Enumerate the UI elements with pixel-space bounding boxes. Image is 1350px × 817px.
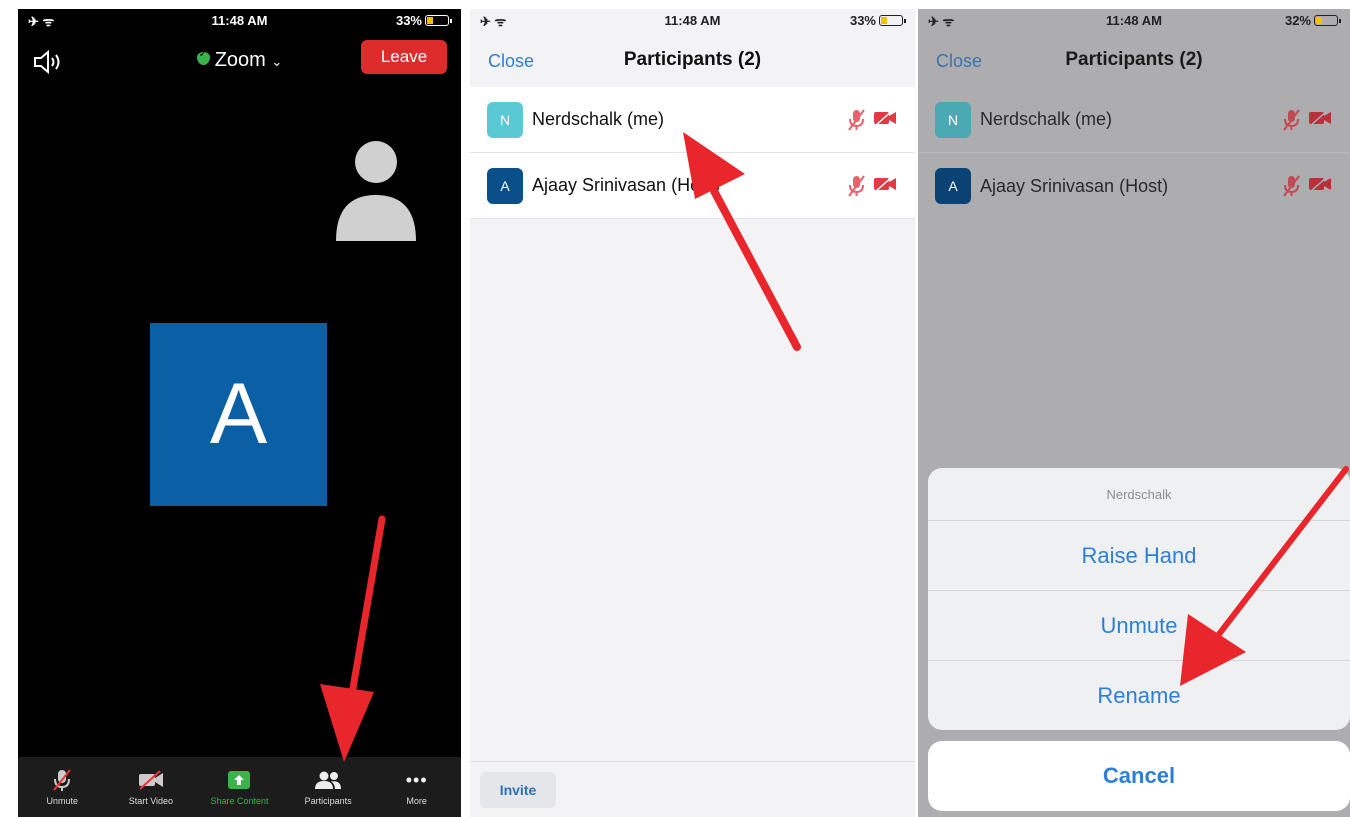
cancel-button[interactable]: Cancel bbox=[928, 741, 1350, 811]
mic-muted-icon bbox=[1283, 109, 1300, 131]
nav-bar: Close Participants (2) bbox=[918, 39, 1350, 79]
meeting-title-label: Zoom bbox=[214, 49, 266, 71]
video-off-icon bbox=[1309, 109, 1331, 127]
video-off-icon bbox=[874, 109, 896, 127]
unmute-button[interactable]: Unmute bbox=[18, 757, 107, 817]
unmute-button[interactable]: Unmute bbox=[928, 591, 1350, 661]
rename-button[interactable]: Rename bbox=[928, 661, 1350, 730]
active-speaker-avatar: A bbox=[150, 323, 327, 506]
share-screen-icon bbox=[228, 771, 251, 789]
participant-action-screen: ✈ ᯤ 11:48 AM 32% Close Participants (2) … bbox=[918, 9, 1350, 817]
participant-row[interactable]: A Ajaay Srinivasan (Host) bbox=[470, 153, 915, 219]
mic-muted-icon bbox=[1283, 175, 1300, 197]
participants-screen: ✈ ᯤ 11:48 AM 33% Close Participants (2) … bbox=[470, 9, 915, 817]
video-off-icon bbox=[1309, 175, 1331, 193]
participant-row[interactable]: A Ajaay Srinivasan (Host) bbox=[918, 153, 1350, 219]
video-off-icon bbox=[138, 770, 163, 790]
mic-muted-icon bbox=[848, 109, 865, 131]
start-video-label: Start Video bbox=[128, 796, 174, 806]
participant-row[interactable]: N Nerdschalk (me) bbox=[470, 87, 915, 153]
participant-name: Ajaay Srinivasan (Host) bbox=[980, 175, 1169, 196]
participant-name: Nerdschalk (me) bbox=[980, 109, 1113, 129]
invite-button[interactable]: Invite bbox=[480, 772, 556, 808]
chevron-down-icon: ⌄ bbox=[271, 54, 283, 69]
bottom-bar: Invite bbox=[470, 761, 915, 817]
avatar: A bbox=[935, 168, 971, 204]
avatar: N bbox=[935, 101, 971, 138]
status-time: 11:48 AM bbox=[664, 13, 721, 28]
meeting-header: Zoom ⌄ Leave bbox=[18, 37, 461, 87]
mic-muted-icon bbox=[848, 175, 865, 197]
participant-list: N Nerdschalk (me) A Ajaay Srinivasan (Ho… bbox=[918, 87, 1350, 219]
leave-button[interactable]: Leave bbox=[361, 40, 447, 74]
participant-name: Ajaay Srinivasan (Host) bbox=[532, 175, 721, 195]
battery-percent: 33% bbox=[395, 13, 422, 28]
more-button[interactable]: ••• More bbox=[372, 757, 461, 817]
page-title: Participants (2) bbox=[623, 49, 762, 70]
battery-icon bbox=[1314, 15, 1341, 26]
status-bar: ✈ ᯤ 11:48 AM 33% bbox=[18, 9, 461, 31]
self-video-thumbnail[interactable] bbox=[334, 137, 420, 241]
action-sheet: Nerdschalk Raise Hand Unmute Rename bbox=[928, 468, 1350, 730]
unmute-label: Unmute bbox=[46, 796, 79, 806]
status-bar: ✈ ᯤ 11:48 AM 32% bbox=[918, 9, 1350, 31]
page-title: Participants (2) bbox=[1065, 49, 1203, 70]
meeting-toolbar: Unmute Start Video Share Content Partici… bbox=[18, 757, 461, 817]
start-video-button[interactable]: Start Video bbox=[107, 757, 196, 817]
participants-button[interactable]: Participants bbox=[284, 757, 373, 817]
battery-icon bbox=[879, 15, 906, 26]
share-content-label: Share Content bbox=[210, 796, 269, 806]
mic-muted-icon bbox=[53, 769, 72, 791]
participant-row[interactable]: N Nerdschalk (me) bbox=[918, 87, 1350, 153]
action-sheet-title: Nerdschalk bbox=[928, 468, 1350, 521]
participant-list: N Nerdschalk (me) A Ajaay Srinivasan (Ho… bbox=[470, 87, 915, 219]
status-bar: ✈ ᯤ 11:48 AM 33% bbox=[470, 9, 915, 31]
shield-icon bbox=[196, 49, 210, 65]
battery-icon bbox=[425, 15, 452, 26]
raise-hand-button[interactable]: Raise Hand bbox=[928, 521, 1350, 591]
nav-bar: Close Participants (2) bbox=[470, 39, 915, 79]
battery-percent: 33% bbox=[849, 13, 876, 28]
share-content-button[interactable]: Share Content bbox=[195, 757, 284, 817]
annotation-arrow bbox=[320, 515, 386, 762]
participants-icon bbox=[315, 771, 342, 789]
battery-percent: 32% bbox=[1284, 13, 1311, 28]
meeting-screen: ✈ ᯤ 11:48 AM 33% Zoom ⌄ Leave A Unmute S… bbox=[18, 9, 461, 817]
more-label: More bbox=[406, 796, 427, 806]
status-time: 11:48 AM bbox=[211, 13, 268, 28]
avatar: N bbox=[487, 101, 523, 138]
participant-name: Nerdschalk (me) bbox=[532, 109, 665, 129]
more-icon: ••• bbox=[405, 769, 428, 790]
participants-label: Participants bbox=[304, 796, 352, 806]
video-off-icon bbox=[874, 175, 896, 193]
avatar: A bbox=[487, 167, 523, 204]
